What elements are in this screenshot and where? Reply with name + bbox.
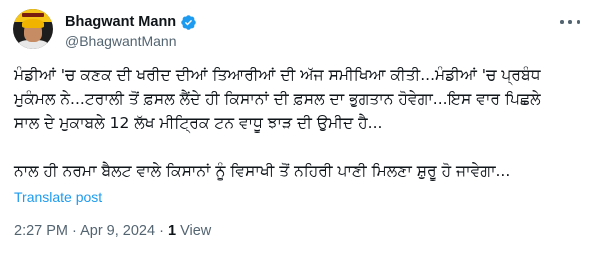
more-dot	[568, 20, 572, 24]
author-handle[interactable]: @BhagwantMann	[65, 33, 177, 49]
views-label: View	[176, 223, 212, 239]
translate-post-link[interactable]: Translate post	[14, 189, 102, 205]
tweet-meta: 2:27 PM · Apr 9, 2024 · 1 View	[14, 223, 211, 239]
views-count: 1	[167, 223, 177, 239]
more-dot	[560, 20, 564, 24]
avatar[interactable]	[13, 9, 53, 49]
tweet-text-line: ਸਾਲ ਦੇ ਮੁਕਾਬਲੇ 12 ਲੱਖ ਮੀਟ੍ਰਿਕ ਟਨ ਵਾਧੂ ਝਾ…	[14, 114, 383, 132]
verified-badge-icon[interactable]	[180, 14, 197, 31]
tweet-text: ਮੰਡੀਆਂ 'ਚ ਕਣਕ ਦੀ ਖਰੀਦ ਦੀਆਂ ਤਿਆਰੀਆਂ ਦੀ ਅੱ…	[14, 63, 582, 183]
tweet-date[interactable]: Apr 9, 2024	[80, 223, 155, 239]
tweet-text-line: ਮੁਕੰਮਲ ਨੇ...ਟਰਾਲੀ ਤੋਂ ਫ਼ਸਲ ਲੈਂਦੇ ਹੀ ਕਿਸਾ…	[14, 90, 541, 108]
tweet-text-line: ਨਾਲ ਹੀ ਨਰਮਾ ਬੈਲਟ ਵਾਲੇ ਕਿਸਾਨਾਂ ਨੂੰ ਵਿਸਾਖੀ…	[14, 162, 511, 180]
author-display-name[interactable]: Bhagwant Mann	[65, 14, 176, 30]
more-horizontal-icon[interactable]	[560, 14, 580, 30]
avatar-turban	[22, 19, 44, 28]
meta-separator: ·	[155, 223, 168, 239]
meta-separator: ·	[68, 223, 81, 239]
author-name-row: Bhagwant Mann	[65, 12, 197, 32]
avatar-banner-text	[22, 13, 44, 17]
tweet-time[interactable]: 2:27 PM	[14, 223, 68, 239]
tweet-text-line: ਮੰਡੀਆਂ 'ਚ ਕਣਕ ਦੀ ਖਰੀਦ ਦੀਆਂ ਤਿਆਰੀਆਂ ਦੀ ਅੱ…	[14, 66, 541, 84]
more-dot	[576, 20, 580, 24]
